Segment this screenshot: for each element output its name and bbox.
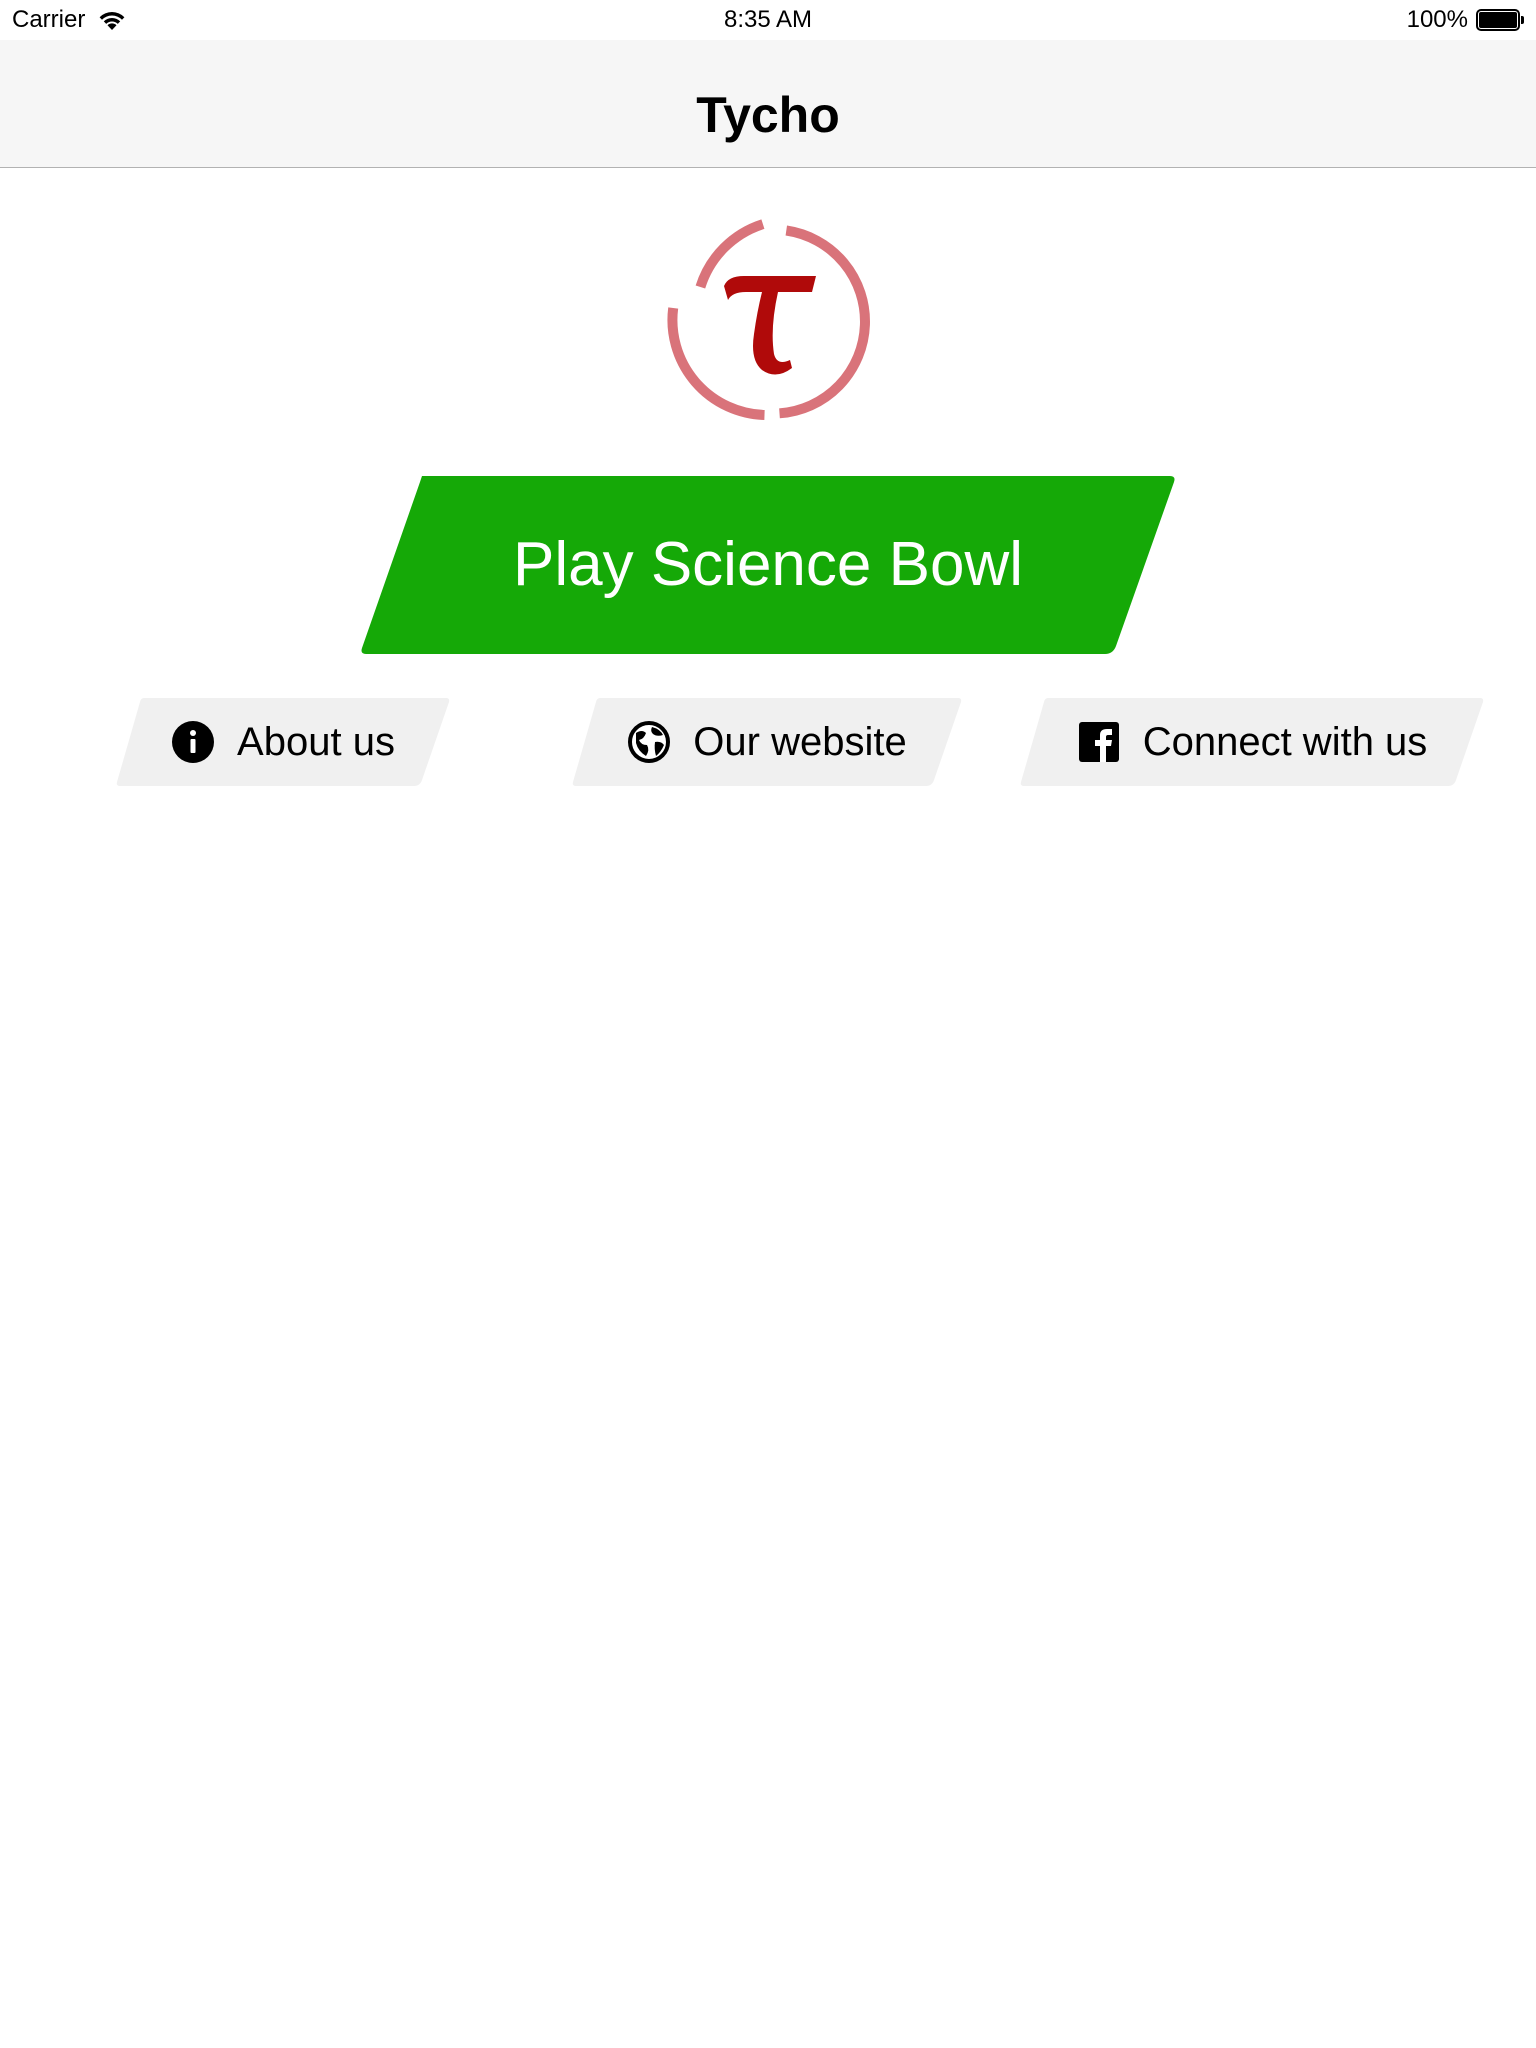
navigation-bar: Tycho [0, 40, 1536, 168]
play-button-label: Play Science Bowl [512, 530, 1024, 599]
battery-icon [1476, 9, 1524, 31]
our-website-label: Our website [693, 720, 907, 764]
play-science-bowl-button[interactable]: Play Science Bowl [360, 476, 1176, 654]
status-bar: Carrier 8:35 AM 100% [0, 0, 1536, 40]
connect-with-us-label: Connect with us [1142, 720, 1428, 764]
about-us-label: About us [237, 720, 395, 764]
about-us-button[interactable]: About us [116, 698, 450, 786]
facebook-icon [1077, 720, 1121, 764]
tycho-logo [666, 218, 870, 422]
battery-indicator: 100% [1407, 4, 1524, 36]
globe-icon [627, 720, 671, 764]
battery-percentage: 100% [1406, 6, 1468, 33]
our-website-button[interactable]: Our website [572, 698, 962, 786]
info-icon [171, 720, 215, 764]
page-title: Tycho [696, 87, 840, 143]
status-time: 8:35 AM [723, 6, 813, 33]
connect-with-us-button[interactable]: Connect with us [1020, 698, 1484, 786]
